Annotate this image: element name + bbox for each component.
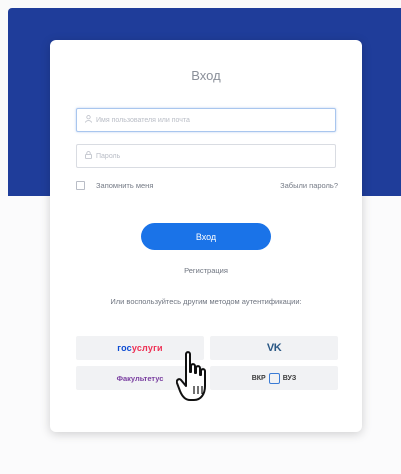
vk-logo: VK xyxy=(266,342,282,354)
remember-label[interactable]: Запомнить меня xyxy=(96,181,153,190)
gosuslugi-logo: госуслуги xyxy=(117,343,163,353)
vkr-vuz-logo: ВКР ВУЗ xyxy=(251,372,297,384)
card-title: Вход xyxy=(191,68,221,83)
forgot-password-link[interactable]: Забыли пароль? xyxy=(280,181,338,190)
lock-icon xyxy=(80,151,96,161)
password-field[interactable] xyxy=(76,144,336,168)
alternative-auth-text: Или воспользуйтесь другим методом аутент… xyxy=(110,297,302,306)
username-field[interactable] xyxy=(76,108,336,132)
password-input[interactable] xyxy=(96,152,326,160)
hand-pointer-icon xyxy=(176,351,206,401)
remember-row: Запомнить меня Забыли пароль? xyxy=(76,178,338,192)
user-icon xyxy=(80,115,96,125)
register-link[interactable]: Регистрация xyxy=(50,266,362,275)
login-card: Вход Запомнить меня Забыли паро xyxy=(50,40,362,432)
login-button[interactable]: Вход xyxy=(141,223,271,250)
vkr-vuz-button[interactable]: ВКР ВУЗ xyxy=(210,366,338,390)
faculty-logo: Факультетус xyxy=(116,373,164,383)
username-input[interactable] xyxy=(96,116,326,124)
remember-checkbox[interactable] xyxy=(76,180,85,190)
book-icon xyxy=(268,372,280,384)
vk-button[interactable]: VK xyxy=(210,336,338,360)
login-page: Вход Запомнить меня Забыли паро xyxy=(0,0,401,474)
